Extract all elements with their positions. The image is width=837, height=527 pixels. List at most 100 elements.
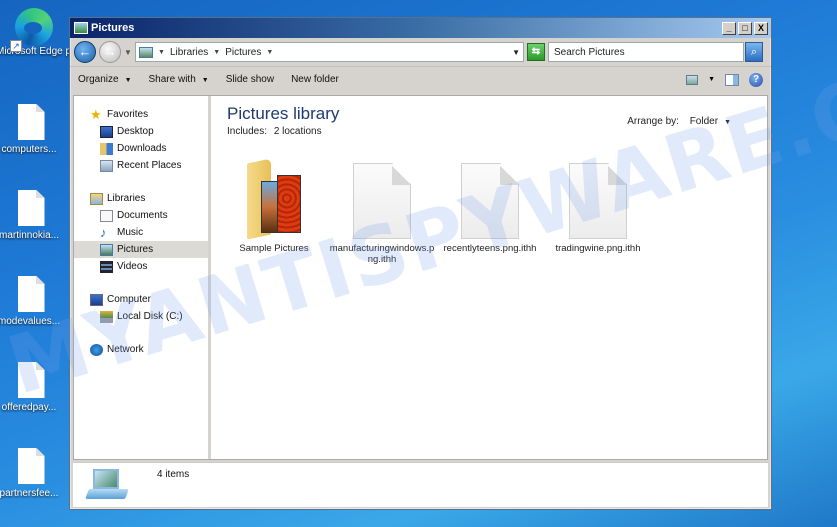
details-pane: 4 items — [73, 462, 768, 507]
music-icon: ♪ — [100, 224, 107, 240]
title-bar[interactable]: Pictures _ □ X — [70, 18, 771, 38]
nav-videos[interactable]: Videos — [74, 258, 208, 275]
minimize-button[interactable]: _ — [722, 21, 736, 35]
explorer-body: ★ Favorites Desktop Downloads Recent Plac… — [73, 95, 768, 460]
pictures-folder-icon — [245, 158, 303, 240]
file-item[interactable]: recentlyteens.png.ithh — [437, 159, 543, 265]
documents-icon — [100, 209, 113, 222]
nav-label: Pictures — [117, 244, 154, 255]
recent-pages-dropdown[interactable]: ▼ — [124, 48, 132, 57]
local-disk-icon — [100, 310, 113, 323]
desktop-icon-file[interactable]: offeredpay... — [0, 362, 62, 413]
address-bar[interactable]: ▼ Libraries ▼ Pictures ▼ ▼ — [135, 42, 524, 62]
organize-label: Organize — [78, 74, 119, 85]
desktop-icon-label: martinnokia... — [0, 230, 60, 241]
blank-file-icon — [353, 163, 411, 239]
desktop-icon-label: computers... — [1, 144, 57, 155]
slide-show-button[interactable]: Slide show — [226, 74, 274, 85]
nav-pictures[interactable]: Pictures — [74, 241, 208, 258]
nav-favorites[interactable]: ★ Favorites — [74, 106, 208, 123]
search-icon[interactable]: ⌕ — [745, 42, 763, 62]
desktop-icon-file[interactable]: partnersfee... — [0, 448, 62, 499]
window-title: Pictures — [91, 22, 135, 34]
explorer-window: Pictures _ □ X ← → ▼ ▼ Libraries ▼ Pictu… — [69, 17, 772, 510]
breadcrumb-chevron-icon[interactable]: ▼ — [266, 49, 273, 56]
file-icon — [17, 276, 45, 312]
share-with-label: Share with — [148, 74, 196, 85]
blank-file-icon — [461, 163, 519, 239]
navigation-bar: ← → ▼ ▼ Libraries ▼ Pictures ▼ ▼ ⇆ ⌕ — [70, 38, 771, 66]
breadcrumb-libraries[interactable]: Libraries — [170, 47, 208, 58]
pictures-library-icon — [139, 46, 153, 58]
nav-network[interactable]: Network — [74, 341, 208, 358]
file-list-pane[interactable]: Pictures library Includes: 2 locations A… — [211, 96, 767, 459]
pictures-library-large-icon — [85, 469, 129, 501]
close-button[interactable]: X — [754, 21, 768, 35]
new-folder-button[interactable]: New folder — [291, 74, 339, 85]
includes-locations-link[interactable]: 2 locations — [274, 126, 322, 137]
chevron-down-icon: ▼ — [201, 77, 209, 84]
shortcut-arrow-icon: ↗ — [10, 40, 22, 52]
nav-music[interactable]: ♪ Music — [74, 224, 208, 241]
breadcrumb-pictures[interactable]: Pictures — [225, 47, 261, 58]
back-button[interactable]: ← — [74, 41, 96, 63]
nav-local-disk[interactable]: Local Disk (C:) — [74, 308, 208, 325]
blank-file-icon — [569, 163, 627, 239]
maximize-button[interactable]: □ — [738, 21, 752, 35]
arrange-by-dropdown[interactable]: Folder ▼ — [690, 116, 731, 127]
item-count: 4 items — [157, 469, 190, 480]
computer-icon — [90, 293, 103, 306]
desktop-icon-edge[interactable]: ↗ Microsoft Edge p — [0, 8, 71, 57]
nav-recent-places[interactable]: Recent Places — [74, 157, 208, 174]
nav-documents[interactable]: Documents — [74, 207, 208, 224]
libraries-icon — [90, 192, 103, 205]
command-bar: Organize ▼ Share with ▼ Slide show New fol… — [70, 66, 771, 92]
arrange-by: Arrange by: Folder ▼ — [627, 116, 731, 127]
chevron-down-icon: ▼ — [124, 77, 132, 84]
file-item[interactable]: manufacturingwindows.png.ithh — [329, 159, 435, 265]
file-icon — [17, 448, 45, 484]
desktop-icon-file[interactable]: modevalues... — [0, 276, 62, 327]
nav-downloads[interactable]: Downloads — [74, 140, 208, 157]
nav-label: Desktop — [117, 126, 154, 137]
forward-button[interactable]: → — [99, 41, 121, 63]
nav-label: Videos — [117, 261, 148, 272]
file-name: manufacturingwindows.png.ithh — [329, 243, 435, 265]
file-grid: Sample Pictures manufacturingwindows.png… — [221, 158, 751, 265]
nav-label: Documents — [117, 210, 168, 221]
videos-icon — [100, 260, 113, 273]
nav-label: Downloads — [117, 143, 167, 154]
recent-places-icon — [100, 159, 113, 172]
change-view-icon[interactable] — [686, 74, 699, 85]
navigation-pane[interactable]: ★ Favorites Desktop Downloads Recent Plac… — [74, 96, 211, 459]
help-icon[interactable]: ? — [749, 72, 763, 87]
desktop-icon-file[interactable]: computers... — [0, 104, 62, 155]
organize-button[interactable]: Organize ▼ — [78, 74, 132, 85]
file-icon — [17, 104, 45, 140]
file-item[interactable]: tradingwine.png.ithh — [545, 159, 651, 265]
breadcrumb-chevron-icon[interactable]: ▼ — [158, 49, 165, 56]
network-icon — [90, 343, 103, 356]
includes-label: Includes: — [227, 126, 268, 137]
library-includes: Includes: 2 locations — [227, 126, 751, 137]
file-name: Sample Pictures — [239, 243, 309, 254]
file-icon — [17, 190, 45, 226]
nav-label: Network — [107, 344, 144, 355]
preview-pane-icon[interactable] — [725, 73, 739, 86]
nav-computer[interactable]: Computer — [74, 291, 208, 308]
nav-desktop[interactable]: Desktop — [74, 123, 208, 140]
file-item-folder[interactable]: Sample Pictures — [221, 158, 327, 265]
downloads-icon — [100, 142, 113, 155]
view-options-dropdown[interactable]: ▼ — [708, 76, 715, 83]
share-with-button[interactable]: Share with ▼ — [149, 74, 209, 85]
search-input[interactable] — [554, 46, 724, 58]
refresh-button[interactable]: ⇆ — [527, 43, 545, 61]
breadcrumb-chevron-icon[interactable]: ▼ — [213, 49, 220, 56]
pictures-icon — [100, 243, 113, 256]
desktop-icon-label: modevalues... — [0, 316, 61, 327]
file-name: tradingwine.png.ithh — [555, 243, 641, 254]
desktop-icon-file[interactable]: martinnokia... — [0, 190, 62, 241]
address-history-dropdown[interactable]: ▼ — [512, 48, 520, 57]
pictures-window-icon — [74, 22, 88, 34]
nav-libraries[interactable]: Libraries — [74, 190, 208, 207]
